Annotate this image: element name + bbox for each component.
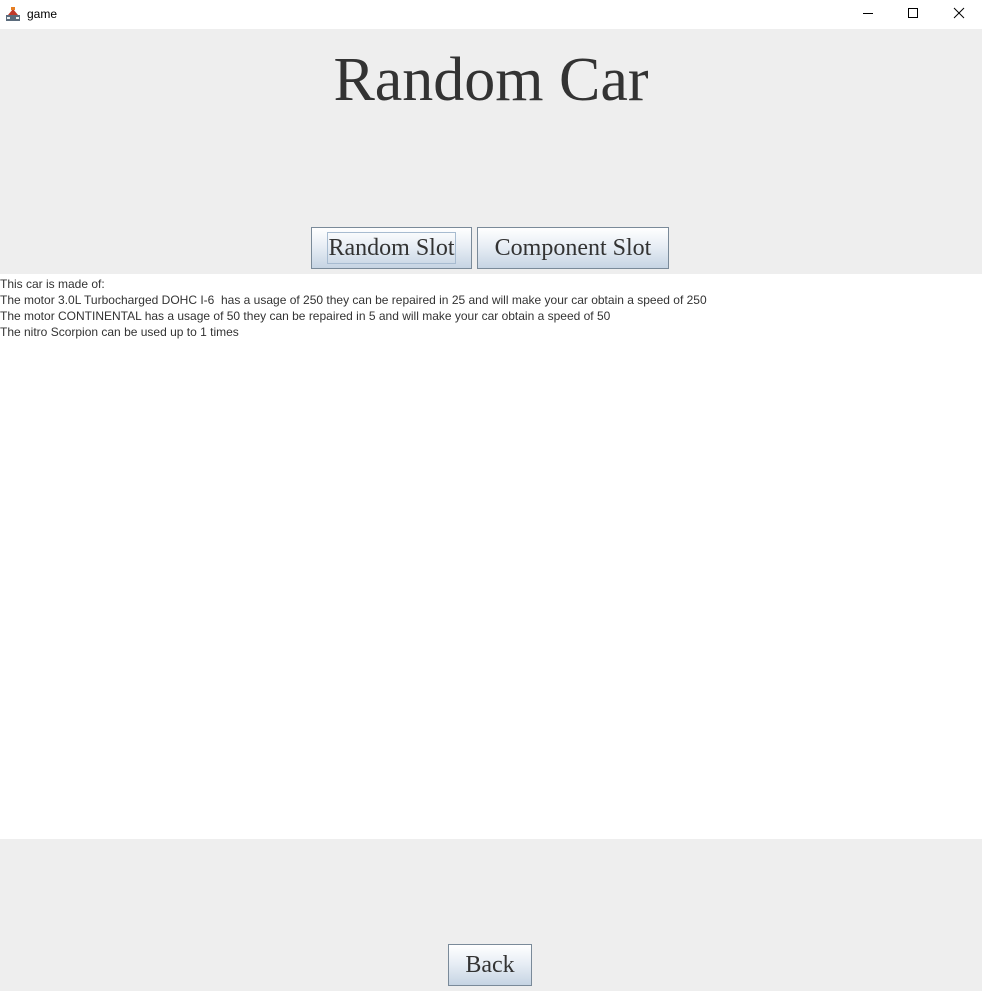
car-description-textarea[interactable]: This car is made of: The motor 3.0L Turb… — [0, 274, 982, 839]
java-app-icon — [5, 6, 21, 22]
output-line: The motor 3.0L Turbocharged DOHC I-6 has… — [0, 293, 707, 307]
output-line: The nitro Scorpion can be used up to 1 t… — [0, 325, 239, 339]
maximize-button[interactable] — [890, 0, 936, 29]
game-window: game Random Car Random Slot Component Sl… — [0, 0, 982, 991]
maximize-icon — [907, 6, 919, 24]
back-label: Back — [465, 951, 515, 978]
component-slot-label: Component Slot — [494, 234, 652, 261]
page-title: Random Car — [333, 46, 649, 114]
window-title: game — [27, 7, 58, 21]
close-button[interactable] — [936, 0, 982, 29]
minimize-icon — [862, 6, 874, 24]
minimize-button[interactable] — [845, 0, 891, 29]
close-icon — [953, 6, 965, 24]
component-slot-button[interactable]: Component Slot — [477, 227, 669, 269]
title-bar[interactable]: game — [0, 0, 982, 29]
random-slot-button[interactable]: Random Slot — [311, 227, 472, 269]
output-line: This car is made of: — [0, 277, 105, 291]
output-line: The motor CONTINENTAL has a usage of 50 … — [0, 309, 611, 323]
back-button[interactable]: Back — [448, 944, 532, 986]
random-slot-label: Random Slot — [328, 234, 455, 261]
